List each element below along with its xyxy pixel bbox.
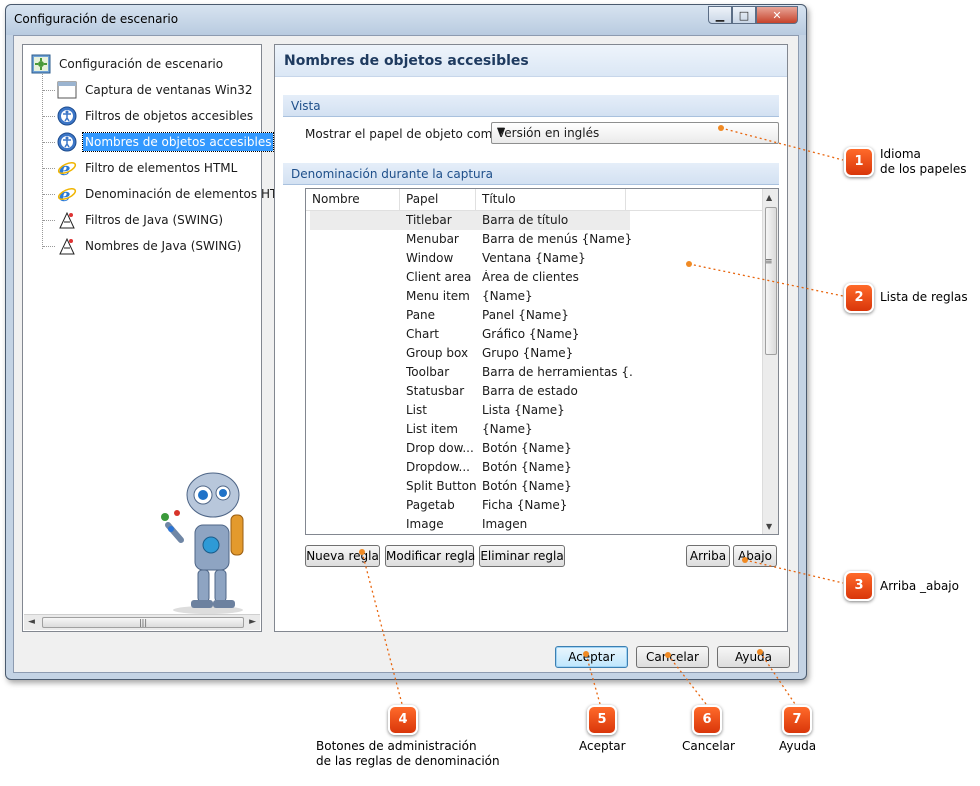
callout-badge-3: 3 xyxy=(844,571,874,601)
callout-dot-1 xyxy=(718,125,724,131)
callout-text: Botones de administración xyxy=(316,739,477,753)
callout-label-3: Arriba _abajo xyxy=(880,579,959,593)
callout-line-4 xyxy=(361,551,403,705)
callout-dot-5 xyxy=(583,651,589,657)
callout-line-2 xyxy=(688,263,844,297)
callout-label-5: Aceptar xyxy=(579,739,626,753)
callout-dot-3 xyxy=(742,557,748,563)
callout-line-3 xyxy=(744,559,844,584)
callout-line-7 xyxy=(759,651,796,705)
callout-label-2: Lista de reglas xyxy=(880,290,968,304)
callout-dot-4 xyxy=(359,549,365,555)
callout-badge-1: 1 xyxy=(844,147,874,177)
callout-label-1: Idioma de los papeles xyxy=(880,147,967,177)
callout-line-5 xyxy=(585,653,601,705)
callout-text: de los papeles xyxy=(880,162,967,176)
callout-line-6 xyxy=(667,654,707,705)
callout-text: de las reglas de denominación xyxy=(316,754,500,768)
callout-dot-6 xyxy=(665,652,671,658)
callout-dot-2 xyxy=(686,261,692,267)
callout-label-7: Ayuda xyxy=(779,739,817,753)
callout-label-4: Botones de administración de las reglas … xyxy=(316,739,500,769)
callout-badge-2: 2 xyxy=(844,283,874,313)
callout-dot-7 xyxy=(757,649,763,655)
callout-text: Idioma xyxy=(880,147,921,161)
callout-badge-7: 7 xyxy=(782,705,812,735)
callout-lines xyxy=(359,125,844,705)
callout-label-6: Cancelar xyxy=(682,739,735,753)
callout-badge-5: 5 xyxy=(587,705,617,735)
callout-line-1 xyxy=(720,127,844,161)
callout-badge-4: 4 xyxy=(388,705,418,735)
callout-badge-6: 6 xyxy=(692,705,722,735)
